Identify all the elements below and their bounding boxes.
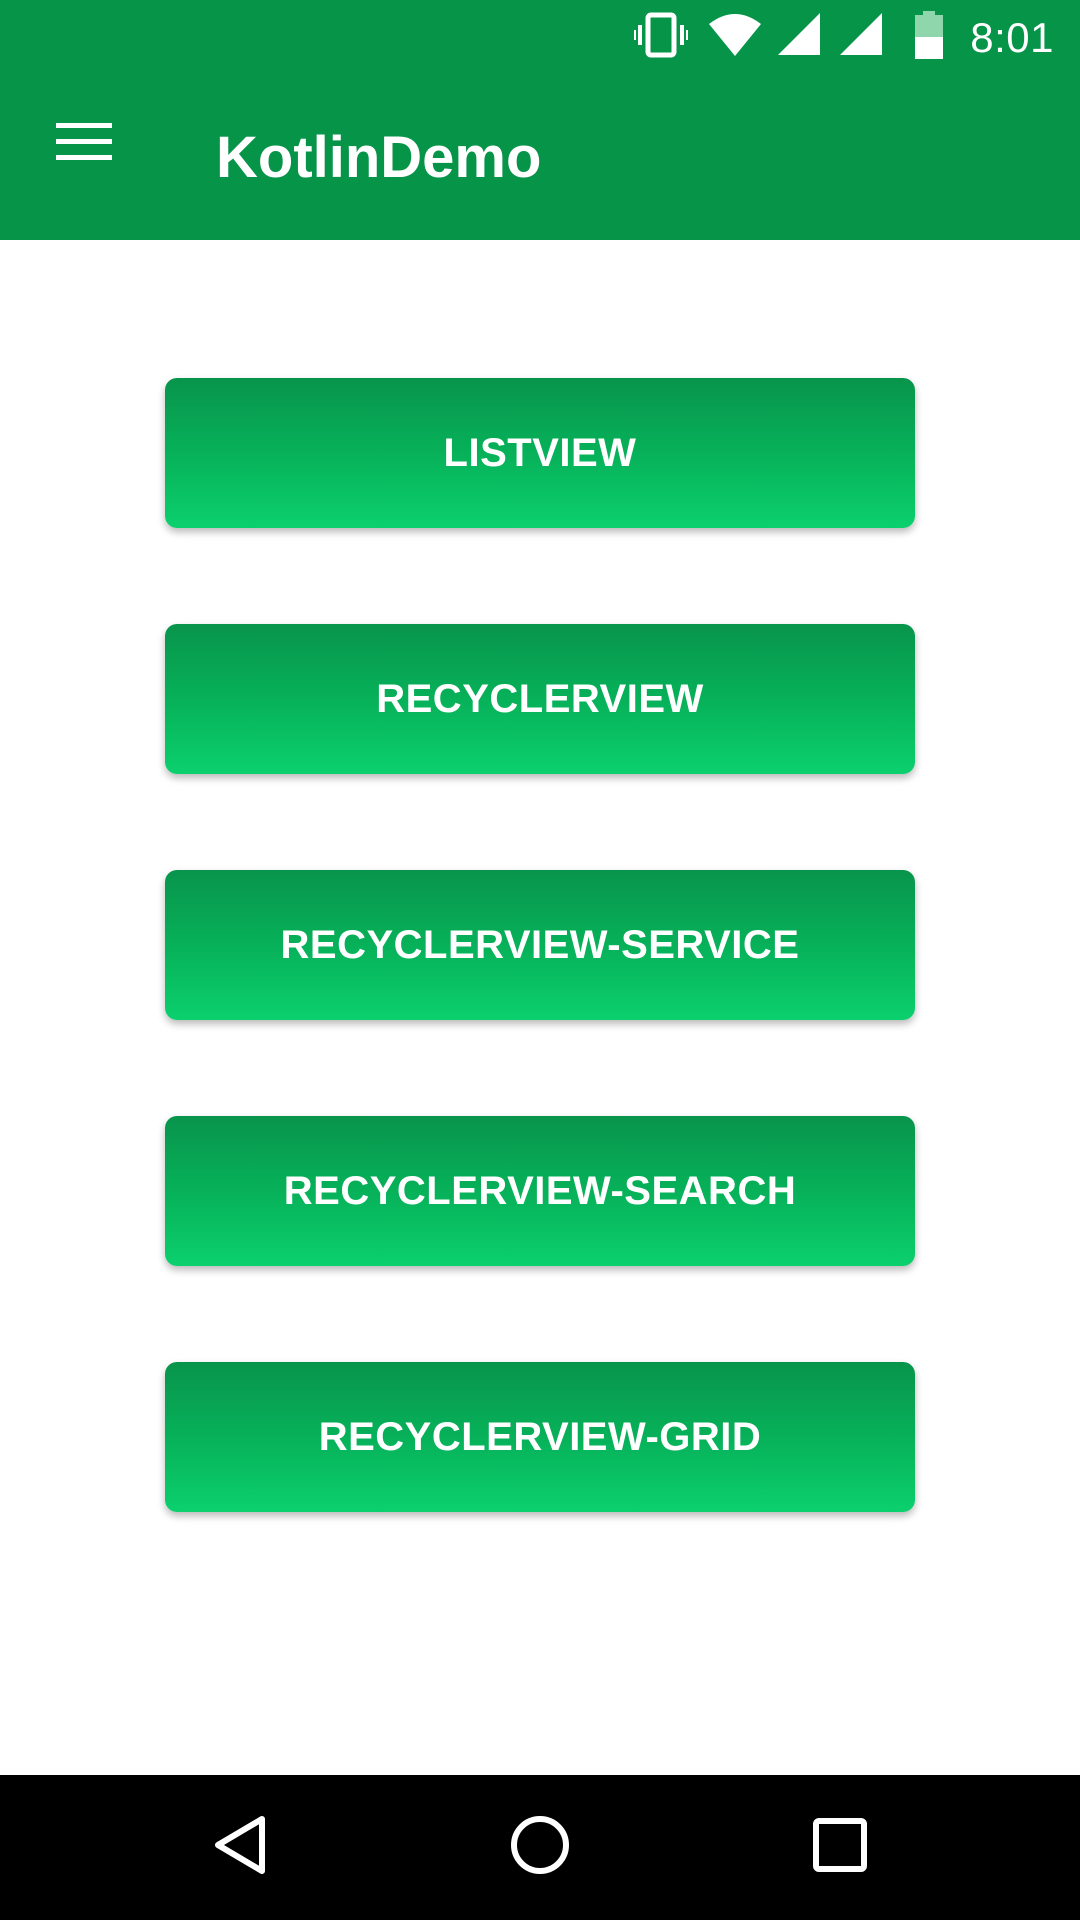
home-button[interactable] (470, 1775, 610, 1920)
recents-button[interactable] (770, 1775, 910, 1920)
navigation-bar (0, 1775, 1080, 1920)
wifi-icon (708, 12, 762, 63)
back-icon (210, 1813, 270, 1882)
recyclerview-grid-button[interactable]: RECYCLERVIEW-GRID (165, 1362, 915, 1512)
battery-icon (914, 11, 944, 64)
recyclerview-search-button[interactable]: RECYCLERVIEW-SEARCH (165, 1116, 915, 1266)
app-screen: 8:01 KotlinDemo LISTVIEW RECYCLERVIEW RE… (0, 0, 1080, 1920)
recyclerview-button[interactable]: RECYCLERVIEW (165, 624, 915, 774)
listview-button[interactable]: LISTVIEW (165, 378, 915, 528)
signal-icon (776, 13, 822, 62)
signal-icon (838, 13, 884, 62)
recyclerview-service-button[interactable]: RECYCLERVIEW-SERVICE (165, 870, 915, 1020)
hamburger-menu-icon (56, 121, 112, 168)
menu-button[interactable] (38, 98, 130, 190)
back-button[interactable] (170, 1775, 310, 1920)
status-bar: 8:01 (0, 0, 1080, 75)
app-title: KotlinDemo (216, 125, 542, 190)
status-time: 8:01 (970, 13, 1054, 61)
recents-icon (810, 1815, 870, 1880)
vibrate-icon (634, 11, 690, 64)
status-icons: 8:01 (634, 0, 1054, 75)
home-icon (508, 1813, 572, 1882)
